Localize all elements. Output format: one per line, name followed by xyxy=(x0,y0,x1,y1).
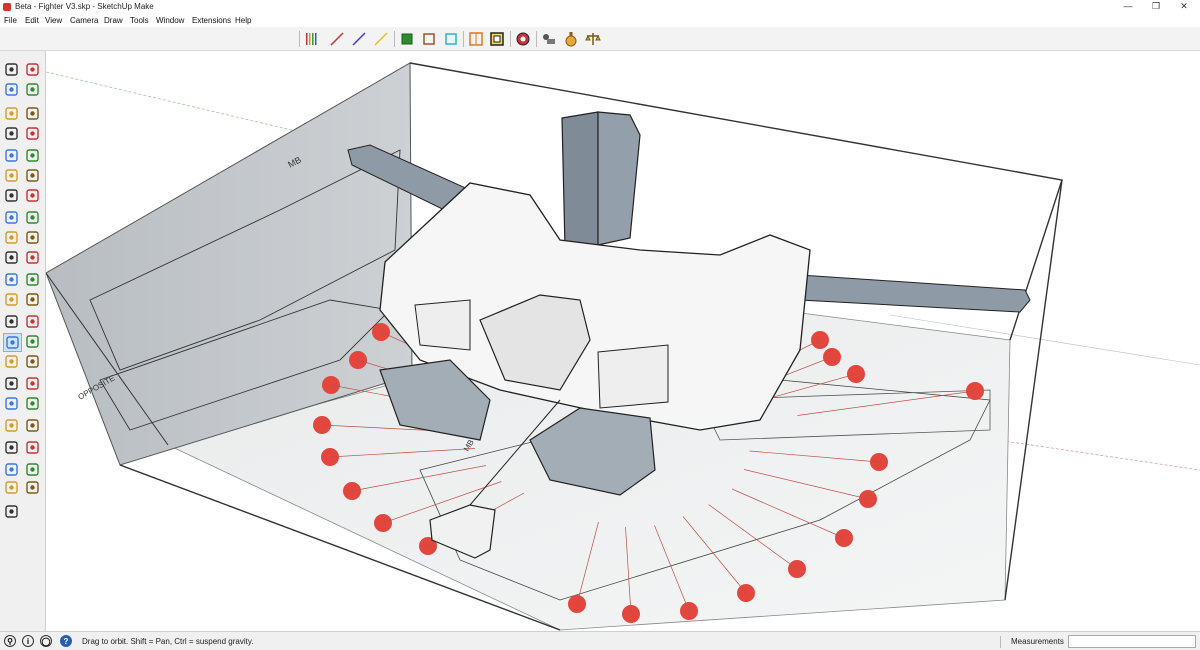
make-component-icon[interactable] xyxy=(24,61,43,80)
arc-icon[interactable] xyxy=(3,167,22,186)
scales-icon[interactable] xyxy=(584,30,602,48)
line-blue-icon[interactable] xyxy=(350,30,368,48)
menu-draw[interactable]: Draw xyxy=(104,16,123,25)
toolbar-separator xyxy=(510,31,511,47)
status-hint: Drag to orbit. Shift = Pan, Ctrl = suspe… xyxy=(82,637,254,646)
look-around-icon[interactable] xyxy=(24,395,43,414)
title-bar: Beta - Fighter V3.skp - SketchUp Make — … xyxy=(0,0,1200,14)
layers-icon[interactable] xyxy=(3,503,22,522)
window-title: Beta - Fighter V3.skp - SketchUp Make xyxy=(15,2,154,11)
right-wing[interactable] xyxy=(799,274,1031,313)
pan-icon[interactable] xyxy=(24,333,43,352)
orbit-icon[interactable] xyxy=(3,333,22,352)
menu-edit[interactable]: Edit xyxy=(25,16,39,25)
measurements-label: Measurements xyxy=(1011,637,1064,646)
missile-pod-right[interactable] xyxy=(597,111,641,246)
menu-file[interactable]: File xyxy=(4,16,17,25)
menu-extensions[interactable]: Extensions xyxy=(192,16,231,25)
potion-icon[interactable] xyxy=(562,30,580,48)
walk-icon[interactable] xyxy=(3,417,22,436)
box-cyan-icon[interactable] xyxy=(442,30,460,48)
rectangle-icon[interactable] xyxy=(3,125,22,144)
select-icon[interactable] xyxy=(3,61,22,80)
section-black-icon[interactable] xyxy=(488,30,506,48)
status-divider xyxy=(1000,636,1001,648)
user-icon[interactable]: ◯ xyxy=(40,635,52,647)
minimize-button[interactable]: — xyxy=(1114,0,1142,14)
previous-view-icon[interactable] xyxy=(24,375,43,394)
left-thruster-block[interactable] xyxy=(414,299,471,351)
top-view-icon[interactable] xyxy=(24,439,43,458)
scale-icon[interactable] xyxy=(3,249,22,268)
help-icon[interactable]: ? xyxy=(60,635,72,647)
menu-help[interactable]: Help xyxy=(235,16,251,25)
zoom-window-icon[interactable] xyxy=(24,353,43,372)
back-view-icon[interactable] xyxy=(3,479,22,498)
freehand-icon[interactable] xyxy=(24,105,43,124)
zoom-icon[interactable] xyxy=(3,353,22,372)
toolbar-separator xyxy=(394,31,395,47)
circle-icon[interactable] xyxy=(3,147,22,166)
measurements-input[interactable] xyxy=(1068,635,1196,648)
polygon-icon[interactable] xyxy=(24,147,43,166)
pie-icon[interactable] xyxy=(24,187,43,206)
toolbar-separator xyxy=(463,31,464,47)
rotated-rectangle-icon[interactable] xyxy=(24,125,43,144)
paint-bucket-icon[interactable] xyxy=(3,81,22,100)
axes-icon[interactable] xyxy=(3,313,22,332)
two-point-arc-icon[interactable] xyxy=(24,167,43,186)
restore-button[interactable]: ❐ xyxy=(1142,0,1170,14)
pencil-icon[interactable] xyxy=(3,105,22,124)
move-icon[interactable] xyxy=(3,209,22,228)
iso-view-icon[interactable] xyxy=(3,439,22,458)
text-icon[interactable] xyxy=(24,291,43,310)
component-green-icon[interactable] xyxy=(398,30,416,48)
close-button[interactable]: ✕ xyxy=(1170,0,1198,14)
push-pull-icon[interactable] xyxy=(24,209,43,228)
scene-canvas[interactable]: MB OPPOSITE MB xyxy=(46,51,1200,631)
right-view-icon[interactable] xyxy=(24,461,43,480)
left-view-icon[interactable] xyxy=(24,479,43,498)
menu-camera[interactable]: Camera xyxy=(70,16,98,25)
menu-bar: File Edit View Camera Draw Tools Window … xyxy=(0,14,1200,27)
box-outline-icon[interactable] xyxy=(420,30,438,48)
offset-icon[interactable] xyxy=(24,249,43,268)
section-plane-icon[interactable] xyxy=(24,417,43,436)
line-weight-icon[interactable] xyxy=(303,30,321,48)
model-viewport[interactable]: MB OPPOSITE MB xyxy=(46,51,1200,631)
protractor-icon[interactable] xyxy=(3,291,22,310)
line-red-icon[interactable] xyxy=(328,30,346,48)
menu-tools[interactable]: Tools xyxy=(130,16,149,25)
line-yellow-icon[interactable] xyxy=(372,30,390,48)
left-toolbar xyxy=(0,51,46,631)
eraser-icon[interactable] xyxy=(24,81,43,100)
geo-location-icon[interactable]: ⚲ xyxy=(4,635,16,647)
bounding-box-line xyxy=(1004,179,1063,601)
menu-view[interactable]: View xyxy=(45,16,62,25)
tape-measure-icon[interactable] xyxy=(3,271,22,290)
sketchup-app-icon xyxy=(3,3,11,11)
toolbar-separator xyxy=(536,31,537,47)
status-bar: ⚲ i ◯ ? Drag to orbit. Shift = Pan, Ctrl… xyxy=(0,631,1200,650)
menu-window[interactable]: Window xyxy=(156,16,184,25)
model-info-icon[interactable] xyxy=(540,30,558,48)
follow-me-icon[interactable] xyxy=(24,229,43,248)
zoom-extents-icon[interactable] xyxy=(3,375,22,394)
rotate-icon[interactable] xyxy=(3,229,22,248)
right-thruster-block[interactable] xyxy=(597,344,669,409)
missile-pod-left[interactable] xyxy=(561,111,599,249)
section-orange-icon[interactable] xyxy=(467,30,485,48)
green-axis-line xyxy=(46,71,301,133)
toolbar-separator xyxy=(299,31,300,47)
position-camera-icon[interactable] xyxy=(3,395,22,414)
credits-icon[interactable]: i xyxy=(22,635,34,647)
3d-text-icon[interactable] xyxy=(24,313,43,332)
front-view-icon[interactable] xyxy=(3,461,22,480)
ruby-icon[interactable] xyxy=(514,30,532,48)
dimension-icon[interactable] xyxy=(24,271,43,290)
three-point-arc-icon[interactable] xyxy=(3,187,22,206)
top-toolbar xyxy=(0,27,1200,51)
